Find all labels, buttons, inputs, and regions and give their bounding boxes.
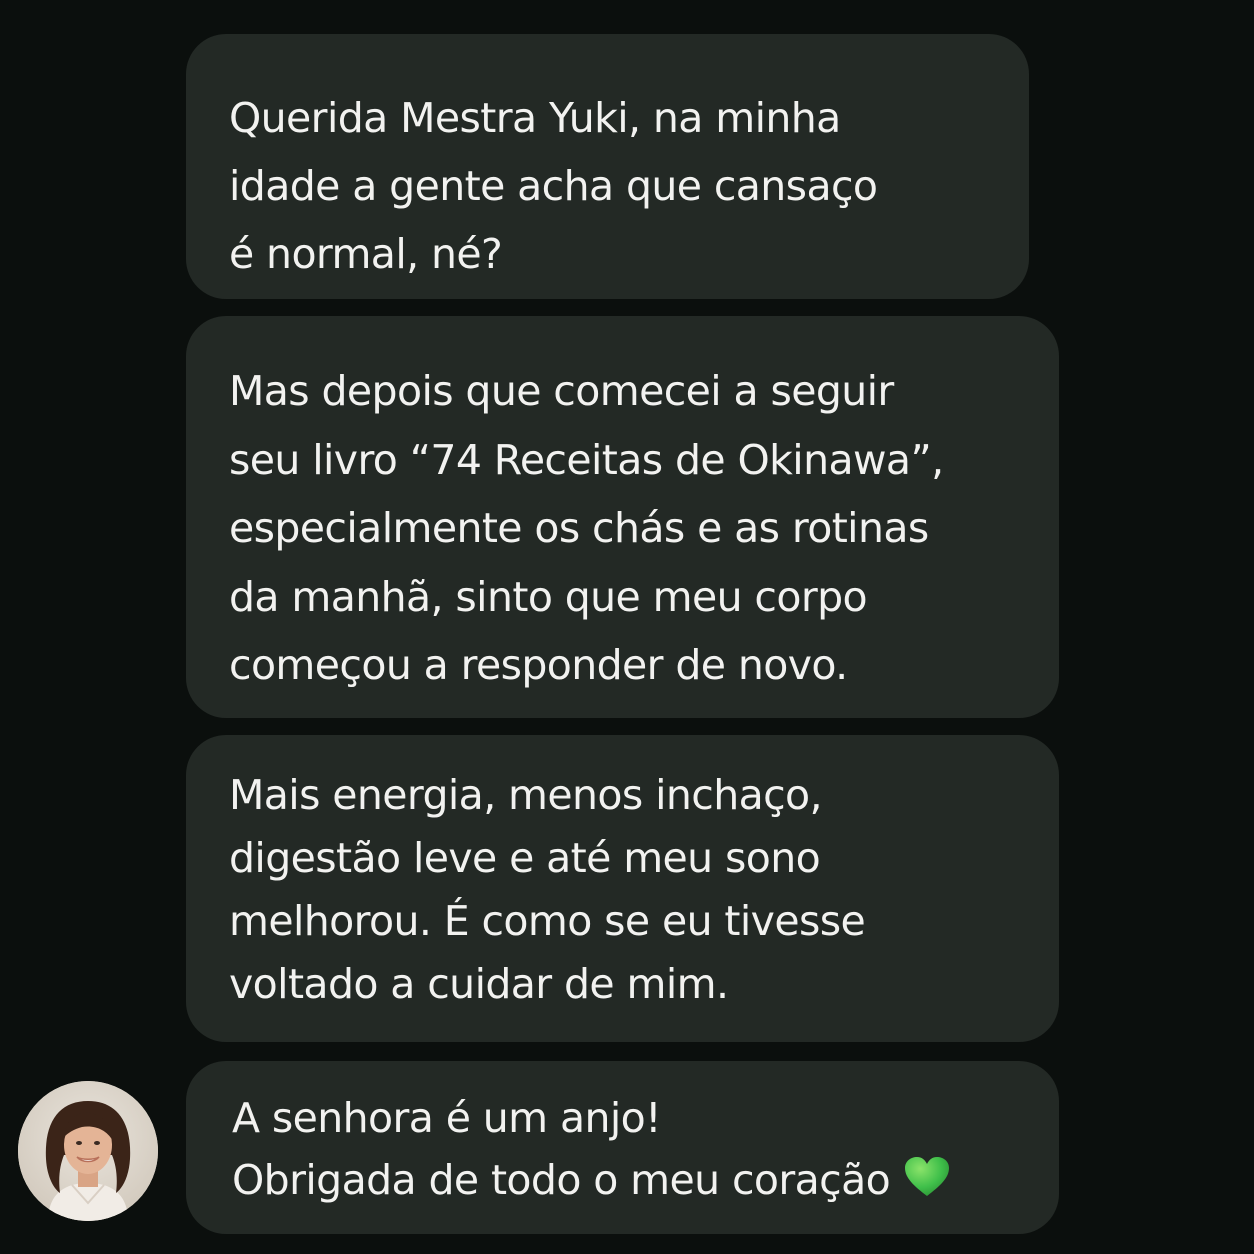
message-line: voltado a cuidar de mim.	[229, 960, 729, 1008]
message-bubble-3[interactable]: Mais energia, menos inchaço, digestão le…	[186, 735, 1059, 1042]
message-line: digestão leve e até meu sono	[229, 834, 821, 882]
sender-avatar-icon	[18, 1081, 158, 1221]
message-line: A senhora é um anjo!	[232, 1094, 662, 1142]
message-bubble-2[interactable]: Mas depois que comecei a seguir seu livr…	[186, 316, 1059, 718]
chat-thread: Querida Mestra Yuki, na minha idade a ge…	[0, 0, 1254, 1254]
message-line: melhorou. É como se eu tivesse	[229, 897, 866, 945]
message-line: é normal, né?	[229, 230, 503, 278]
message-bubble-1[interactable]: Querida Mestra Yuki, na minha idade a ge…	[186, 34, 1029, 299]
message-line: Mais energia, menos inchaço,	[229, 771, 823, 819]
message-bubble-4[interactable]: A senhora é um anjo! Obrigada de todo o …	[186, 1061, 1059, 1234]
message-line: idade a gente acha que cansaço	[229, 162, 878, 210]
message-line: seu livro “74 Receitas de Okinawa”,	[229, 435, 944, 484]
message-line: começou a responder de novo.	[229, 641, 848, 689]
message-line: especialmente os chás e as rotinas	[229, 504, 929, 552]
green-heart-icon	[904, 1153, 950, 1215]
avatar[interactable]	[18, 1081, 158, 1221]
message-line: Querida Mestra Yuki, na minha	[229, 94, 841, 142]
message-text: Obrigada de todo o meu coração	[232, 1156, 891, 1204]
message-line: da manhã, sinto que meu corpo	[229, 572, 868, 621]
message-line: Mas depois que comecei a seguir	[229, 367, 894, 415]
message-line-with-emoji: Obrigada de todo o meu coração	[232, 1149, 1029, 1215]
